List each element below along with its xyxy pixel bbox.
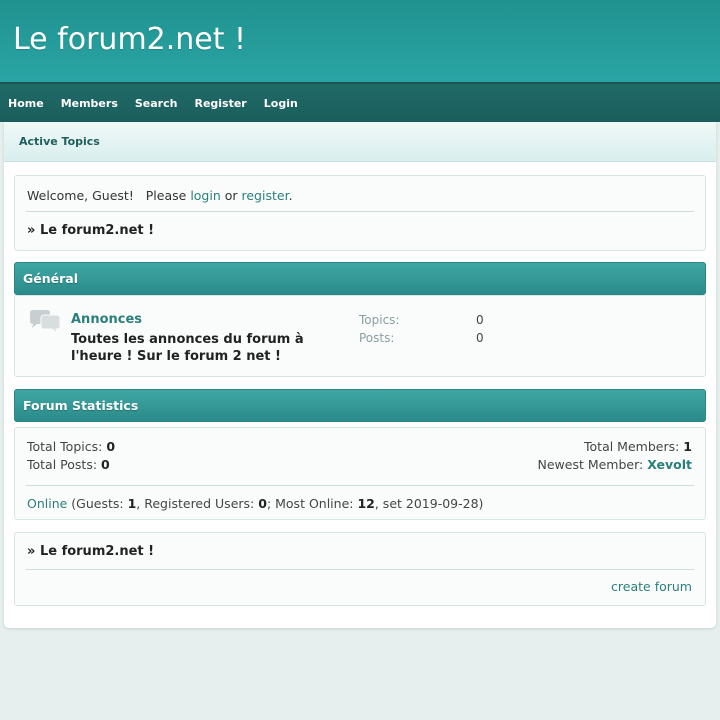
posts-count: 0	[476, 331, 484, 345]
most-online-value: 12	[357, 496, 375, 511]
total-posts-label: Total Posts:	[27, 457, 102, 472]
breadcrumb-arrow: »	[27, 223, 40, 238]
nav-home[interactable]: Home	[8, 97, 44, 110]
total-posts-value: 0	[101, 457, 110, 472]
welcome-text: Welcome, Guest! Please login or register…	[27, 188, 293, 203]
total-posts: Total Posts: 0	[27, 457, 110, 472]
login-link[interactable]: login	[190, 188, 220, 203]
total-topics-label: Total Topics:	[27, 439, 107, 454]
newest-member-label: Newest Member:	[537, 457, 648, 472]
welcome-prefix: Welcome, Guest! Please	[27, 188, 191, 203]
welcome-suffix: .	[288, 188, 293, 203]
guests-label: (Guests:	[67, 496, 128, 511]
breadcrumb-label[interactable]: Le forum2.net !	[40, 223, 154, 238]
nav-register[interactable]: Register	[194, 97, 246, 110]
online-stats: Online (Guests: 1, Registered Users: 0; …	[27, 496, 483, 511]
divider	[26, 211, 694, 212]
breadcrumb-label[interactable]: Le forum2.net !	[40, 544, 154, 559]
nav-search[interactable]: Search	[135, 97, 178, 110]
welcome-box: Welcome, Guest! Please login or register…	[14, 175, 706, 251]
welcome-or: or	[220, 188, 242, 203]
register-link[interactable]: register	[242, 188, 289, 203]
most-online-date: , set 2019-09-28)	[374, 496, 484, 511]
topics-count: 0	[476, 313, 484, 327]
posts-label: Posts:	[359, 331, 395, 345]
footer-breadcrumb: » Le forum2.net !	[27, 544, 154, 559]
total-topics-value: 0	[106, 439, 116, 454]
guests-value: 1	[127, 496, 137, 511]
main-navbar: Home Members Search Register Login	[0, 82, 720, 122]
forum-name-link[interactable]: Annonces	[71, 312, 142, 327]
nav-login[interactable]: Login	[264, 97, 298, 110]
total-members: Total Members: 1	[584, 439, 692, 454]
registered-label: , Registered Users:	[136, 496, 259, 511]
newest-member-link[interactable]: Xevolt	[647, 457, 692, 472]
subnav-bar: Active Topics	[4, 122, 716, 162]
breadcrumb-arrow: »	[27, 544, 40, 559]
total-members-label: Total Members:	[584, 439, 684, 454]
nav-members[interactable]: Members	[61, 97, 118, 110]
registered-value: 0	[258, 496, 267, 511]
total-members-value: 1	[683, 439, 692, 454]
footer-box: » Le forum2.net ! create forum	[14, 532, 706, 606]
site-header: Le forum2.net !	[0, 0, 720, 82]
newest-member: Newest Member: Xevolt	[537, 457, 692, 472]
forum-description: Toutes les annonces du forum à l'heure !…	[71, 332, 304, 364]
topics-label: Topics:	[359, 313, 400, 327]
statistics-box: Total Topics: 0 Total Posts: 0 Total Mem…	[14, 427, 706, 520]
most-online-label: ; Most Online:	[266, 496, 358, 511]
divider	[26, 569, 694, 570]
category-header[interactable]: Général	[14, 262, 706, 295]
content-container: Active Topics Welcome, Guest! Please log…	[4, 122, 716, 628]
create-forum-link[interactable]: create forum	[611, 579, 692, 594]
divider	[26, 485, 694, 486]
online-link[interactable]: Online	[27, 496, 67, 511]
active-topics-link[interactable]: Active Topics	[19, 135, 100, 148]
chat-bubbles-icon	[30, 310, 61, 335]
statistics-header: Forum Statistics	[14, 389, 706, 422]
site-title[interactable]: Le forum2.net !	[13, 22, 246, 57]
forum-row: Annonces Toutes les annonces du forum à …	[14, 295, 706, 377]
total-topics: Total Topics: 0	[27, 439, 115, 454]
breadcrumb: » Le forum2.net !	[27, 223, 154, 238]
